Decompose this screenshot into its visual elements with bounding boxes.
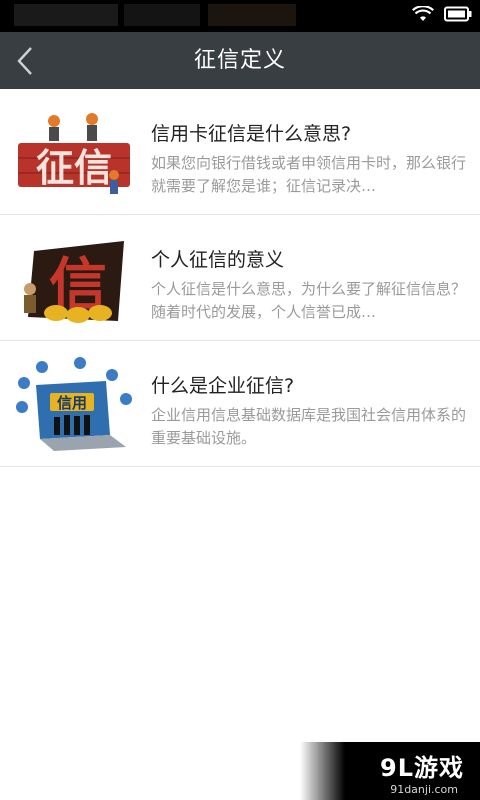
list-item[interactable]: 征信 信用卡征信是什么意思? 如果您向银行借钱或者申领信用卡时，那么银行就需要了…	[0, 89, 480, 215]
credit-report-illustration: 征信	[18, 113, 130, 194]
enterprise-credit-illustration: 信用	[16, 357, 132, 451]
navigation-bar: 征信定义	[0, 32, 480, 89]
status-notification-block	[208, 4, 296, 26]
item-title: 个人征信的意义	[151, 249, 285, 271]
svg-text:征信: 征信	[36, 146, 112, 190]
item-title: 信用卡征信是什么意思?	[151, 123, 352, 145]
watermark-logo: 9L游戏	[380, 754, 464, 782]
list-item[interactable]: 信用 什么是企业征信? 企业信用信息基础数据库是我国社会信用体系的重要基础设施。	[0, 341, 480, 467]
site-watermark: 9L游戏 91danji.com	[300, 742, 480, 800]
status-bar	[0, 0, 480, 32]
item-description: 个人征信是什么意思，为什么要了解征信信息？随着时代的发展，个人信誉已成…	[151, 280, 467, 321]
item-title: 什么是企业征信?	[151, 375, 295, 397]
page-title: 征信定义	[193, 48, 286, 73]
list-item[interactable]: 信 个人征信的意义 个人征信是什么意思，为什么要了解征信信息？随着时代的发展，个…	[0, 215, 480, 341]
article-list: 征信 信用卡征信是什么意思? 如果您向银行借钱或者申领信用卡时，那么银行就需要了…	[0, 89, 480, 467]
item-description: 企业信用信息基础数据库是我国社会信用体系的重要基础设施。	[151, 406, 467, 447]
status-notification-block	[14, 4, 118, 26]
battery-icon	[444, 6, 472, 26]
wifi-icon	[412, 5, 434, 26]
personal-credit-illustration: 信	[24, 241, 124, 323]
watermark-url: 91danji.com	[390, 783, 458, 796]
svg-text:信用: 信用	[57, 394, 87, 412]
status-notification-block	[124, 4, 200, 26]
item-description: 如果您向银行借钱或者申领信用卡时，那么银行就需要了解您是谁；征信记录决…	[151, 154, 467, 195]
